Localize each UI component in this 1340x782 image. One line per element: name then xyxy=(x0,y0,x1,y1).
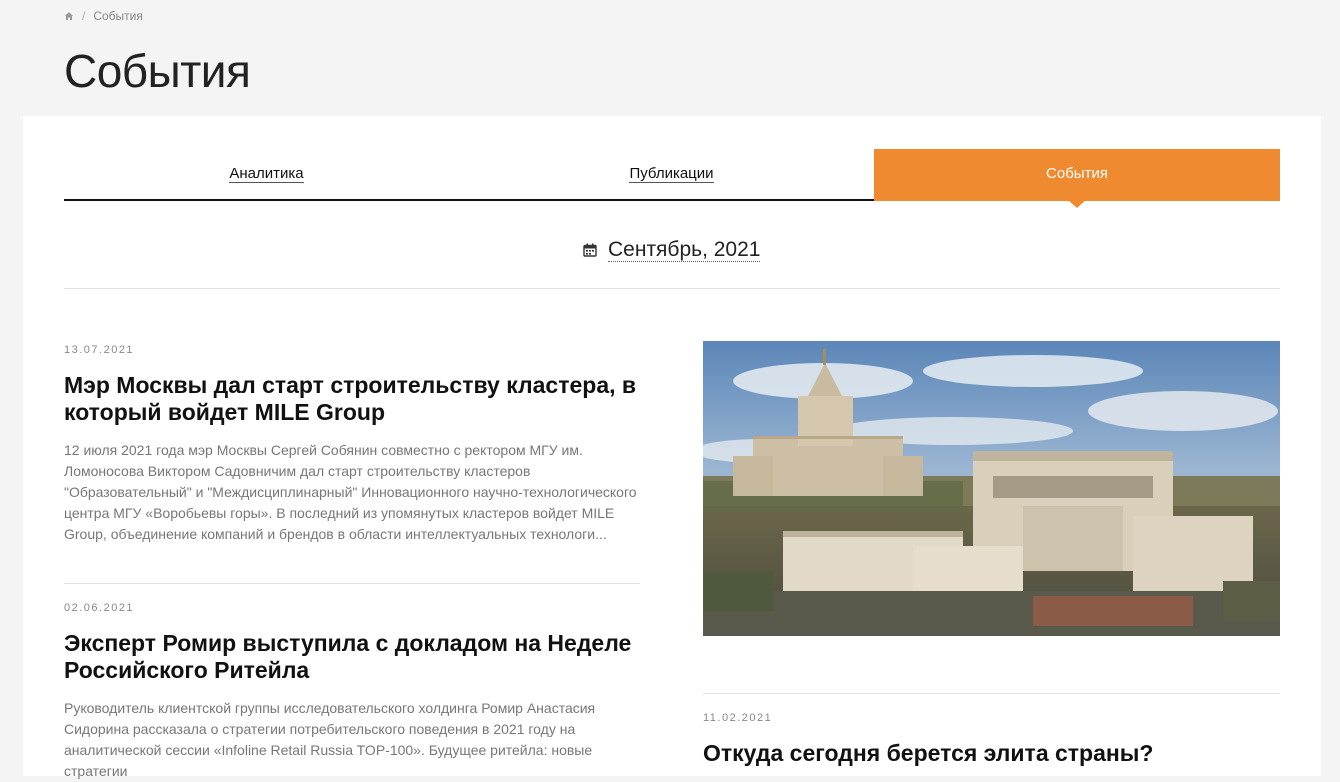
tab-label: Публикации xyxy=(629,164,714,183)
page-title: События xyxy=(64,45,251,97)
article-title-link[interactable]: Эксперт Ромир выступила с докладом на Не… xyxy=(64,630,640,684)
breadcrumb: / События xyxy=(64,9,143,23)
section-tabs: Аналитика Публикации События xyxy=(64,149,1280,201)
article-excerpt: 12 июля 2021 года мэр Москвы Сергей Собя… xyxy=(64,442,637,542)
article-title-link[interactable]: Мэр Москвы дал старт строительству класт… xyxy=(64,372,640,426)
content-card: Аналитика Публикации События Сентябрь, 2… xyxy=(23,116,1321,779)
article-item: 13.07.2021 Мэр Москвы дал старт строител… xyxy=(64,344,640,545)
university-building-illustration xyxy=(703,341,1280,636)
home-icon[interactable] xyxy=(64,11,74,21)
tab-publications[interactable]: Публикации xyxy=(469,149,874,201)
divider xyxy=(64,583,640,584)
breadcrumb-separator: / xyxy=(82,9,86,23)
month-filter[interactable]: Сентябрь, 2021 xyxy=(583,238,761,262)
tab-label: Аналитика xyxy=(229,164,304,183)
month-label: Сентябрь, 2021 xyxy=(608,238,761,262)
divider xyxy=(703,693,1280,694)
divider xyxy=(64,288,1280,289)
article-image[interactable] xyxy=(703,341,1280,636)
article-excerpt: Руководитель клиентской группы исследова… xyxy=(64,700,596,779)
calendar-icon xyxy=(583,243,597,257)
tab-events[interactable]: События xyxy=(874,149,1280,201)
article-date: 13.07.2021 xyxy=(64,344,135,356)
article-date: 02.06.2021 xyxy=(64,602,135,614)
article-item: 02.06.2021 Эксперт Ромир выступила с док… xyxy=(64,602,640,782)
tab-analytics[interactable]: Аналитика xyxy=(64,149,469,201)
article-item: 11.02.2021 Откуда сегодня берется элита … xyxy=(703,712,1280,767)
breadcrumb-current: События xyxy=(93,9,143,23)
article-date: 11.02.2021 xyxy=(703,712,773,724)
tab-label: События xyxy=(1046,165,1108,182)
article-title-link[interactable]: Откуда сегодня берется элита страны? xyxy=(703,740,1280,767)
